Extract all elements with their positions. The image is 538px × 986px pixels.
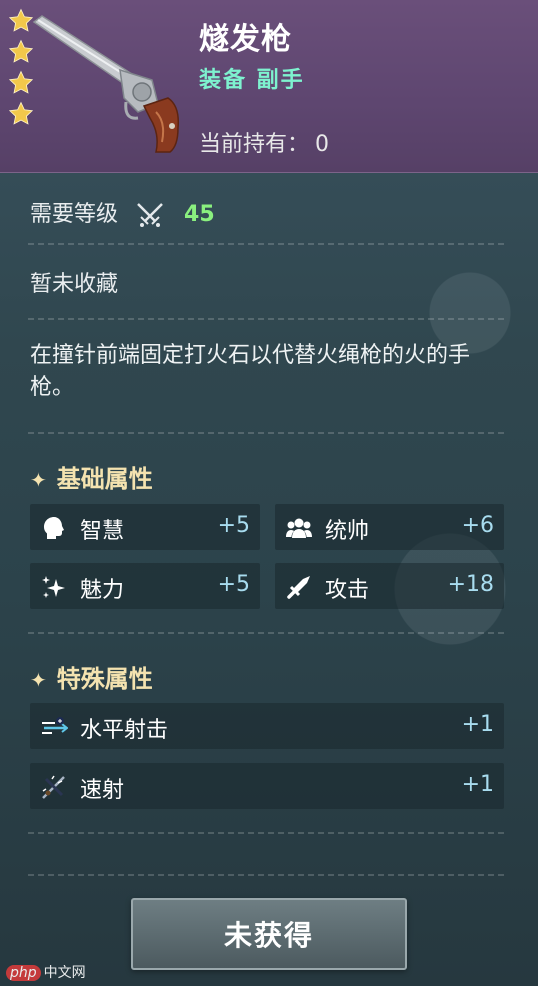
horizontal-shot-icon xyxy=(42,717,68,734)
divider xyxy=(28,632,504,634)
item-type: 装备 副手 xyxy=(199,68,305,93)
attribute-value: +5 xyxy=(217,572,250,597)
attribute-name: 统帅 xyxy=(325,519,370,544)
required-level-label: 需要等级 xyxy=(30,202,119,227)
sword-icon xyxy=(287,576,310,599)
attribute-name: 魅力 xyxy=(80,578,125,603)
attribute-attack: 攻击 +18 xyxy=(275,563,504,609)
divider xyxy=(28,318,504,320)
collection-status: 暂未收藏 xyxy=(30,272,119,297)
attribute-name: 智慧 xyxy=(80,519,125,544)
attribute-command: 统帅 +6 xyxy=(275,504,504,550)
crossed-swords-icon xyxy=(137,203,163,227)
required-level-value: 45 xyxy=(184,202,215,227)
not-obtained-button[interactable]: 未获得 xyxy=(131,898,407,970)
attribute-value: +18 xyxy=(447,572,494,597)
rapid-fire-icon xyxy=(42,775,65,799)
sparkle-bullet-icon: ✦ xyxy=(30,668,47,692)
special-attributes-title: ✦ 特殊属性 xyxy=(30,659,153,694)
watermark-logo: php xyxy=(6,965,41,981)
attribute-name: 攻击 xyxy=(325,578,370,603)
site-watermark: php 中文网 xyxy=(6,962,86,982)
sparkle-bullet-icon: ✦ xyxy=(30,468,47,492)
item-header: 燧发枪 装备 副手 当前持有： 0 xyxy=(0,0,538,173)
attribute-name: 速射 xyxy=(80,778,125,803)
attribute-value: +1 xyxy=(461,772,494,797)
item-name: 燧发枪 xyxy=(199,22,292,57)
divider xyxy=(28,243,504,245)
sparkle-icon xyxy=(42,576,65,598)
attribute-horizontal-shot: 水平射击 +1 xyxy=(30,703,504,749)
owned-count-row: 当前持有： 0 xyxy=(199,126,329,158)
divider xyxy=(28,874,504,876)
item-description: 在撞针前端固定打火石以代替火绳枪的火的手枪。 xyxy=(30,343,471,400)
group-icon xyxy=(286,518,312,538)
attribute-rapid-fire: 速射 +1 xyxy=(30,763,504,809)
basic-attributes-title: ✦ 基础属性 xyxy=(30,459,153,494)
required-level-row: 需要等级 45 xyxy=(30,196,215,229)
attribute-value: +1 xyxy=(461,712,494,737)
head-icon xyxy=(44,517,64,539)
owned-count: 0 xyxy=(315,132,330,157)
attribute-value: +6 xyxy=(461,513,494,538)
watermark-text: 中文网 xyxy=(43,965,86,981)
owned-label: 当前持有： xyxy=(199,132,310,157)
special-attributes-title-text: 特殊属性 xyxy=(56,665,153,693)
attribute-wisdom: 智慧 +5 xyxy=(30,504,260,550)
flintlock-pistol-icon xyxy=(32,15,180,153)
attribute-charm: 魅力 +5 xyxy=(30,563,260,609)
attribute-name: 水平射击 xyxy=(80,718,169,743)
basic-attributes-title-text: 基础属性 xyxy=(56,465,153,493)
divider xyxy=(28,832,504,834)
attribute-value: +5 xyxy=(217,513,250,538)
divider xyxy=(28,432,504,434)
